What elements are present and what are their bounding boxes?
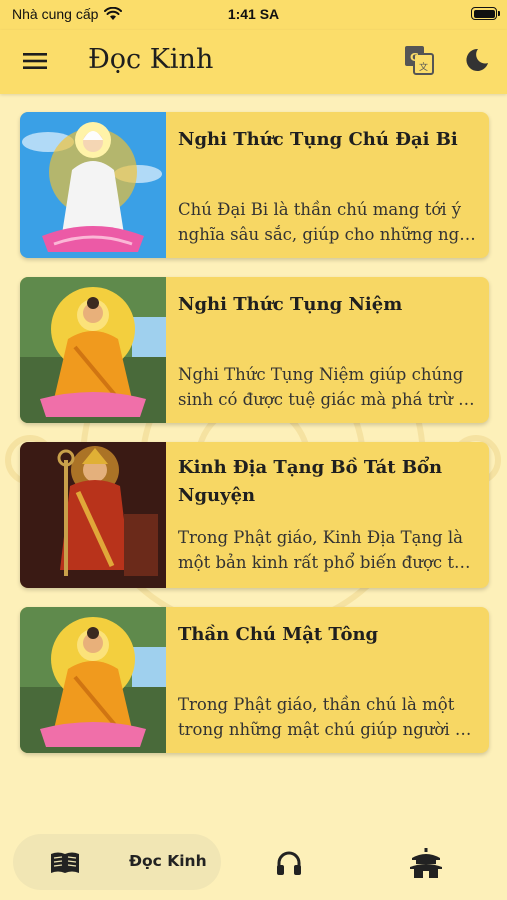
nav-read-tab[interactable]: Đọc Kinh	[13, 834, 221, 890]
item-description-line: Trong Phật giáo, Kinh Địa Tạng là	[178, 528, 463, 547]
item-title: Kinh Địa Tạng Bồ Tát Bổn Nguyện	[178, 457, 443, 506]
guanyin-image	[20, 112, 166, 258]
item-title: Nghi Thức Tụng Niệm	[178, 294, 403, 315]
moon-icon[interactable]	[464, 47, 490, 73]
item-description-line: Nghi Thức Tụng Niệm giúp chúng	[178, 365, 464, 384]
clock: 1:41 SA	[227, 6, 280, 22]
bottom-navigation: Đọc Kinh	[0, 820, 507, 900]
item-description-line: trong những mật chú giúp người t…	[178, 720, 476, 739]
item-description-line: Chú Đại Bi là thần chú mang tới ý	[178, 200, 462, 219]
list-item[interactable]: Nghi Thức Tụng Niệm Nghi Thức Tụng Niệm …	[20, 277, 489, 423]
item-title: Nghi Thức Tụng Chú Đại Bi	[178, 129, 458, 150]
status-bar: Nhà cung cấp 1:41 SA	[0, 0, 507, 30]
nav-read-label: Đọc Kinh	[129, 852, 207, 870]
app-bar: Đọc Kinh G 文	[0, 30, 507, 94]
menu-icon[interactable]	[22, 48, 48, 74]
headphones-icon[interactable]	[275, 849, 303, 877]
item-description: Trong Phật giáo, Kinh Địa Tạng là một bả…	[178, 525, 476, 575]
translate-icon[interactable]: G 文	[404, 45, 434, 75]
battery-icon	[471, 7, 500, 20]
buddha-image	[20, 607, 166, 753]
list-item[interactable]: Thần Chú Mật Tông Trong Phật giáo, thần …	[20, 607, 489, 753]
item-description-line: sinh có được tuệ giác mà phá trừ t…	[178, 390, 476, 409]
item-description-line: Trong Phật giáo, thần chú là một	[178, 695, 455, 714]
item-title: Thần Chú Mật Tông	[178, 624, 379, 645]
buddha-image	[20, 277, 166, 423]
svg-text:G: G	[410, 51, 419, 64]
ksitigarbha-image	[20, 442, 166, 588]
reading-list: Nghi Thức Tụng Chú Đại Bi Chú Đại Bi là …	[20, 112, 489, 772]
item-description: Chú Đại Bi là thần chú mang tới ý nghĩa …	[178, 197, 476, 247]
book-icon	[51, 852, 79, 873]
list-item[interactable]: Kinh Địa Tạng Bồ Tát Bổn Nguyện Trong Ph…	[20, 442, 489, 588]
page-title: Đọc Kinh	[88, 44, 214, 75]
temple-icon[interactable]	[410, 847, 442, 879]
svg-text:文: 文	[419, 61, 428, 73]
item-description-line: một bản kinh rất phổ biến được tr…	[178, 553, 476, 572]
item-description-line: nghĩa sâu sắc, giúp cho những ng…	[178, 225, 476, 244]
item-description: Nghi Thức Tụng Niệm giúp chúng sinh có đ…	[178, 362, 476, 412]
item-description: Trong Phật giáo, thần chú là một trong n…	[178, 692, 476, 742]
list-item[interactable]: Nghi Thức Tụng Chú Đại Bi Chú Đại Bi là …	[20, 112, 489, 258]
